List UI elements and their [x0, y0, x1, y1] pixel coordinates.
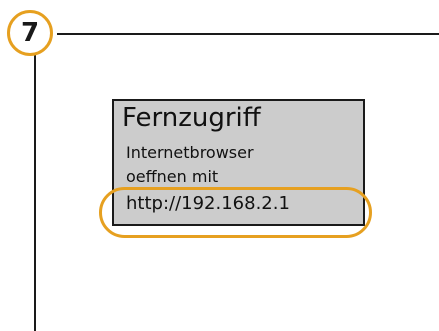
frame-top-line: [57, 33, 439, 35]
display-title: Fernzugriff: [122, 103, 261, 133]
display-instruction-line-2: oeffnen mit: [126, 167, 219, 186]
url-highlight-ring: [99, 187, 372, 238]
display-instruction-line-1: Internetbrowser: [126, 143, 254, 162]
step-badge: 7: [7, 10, 53, 56]
frame-left-line: [34, 55, 36, 331]
step-number: 7: [20, 18, 40, 48]
